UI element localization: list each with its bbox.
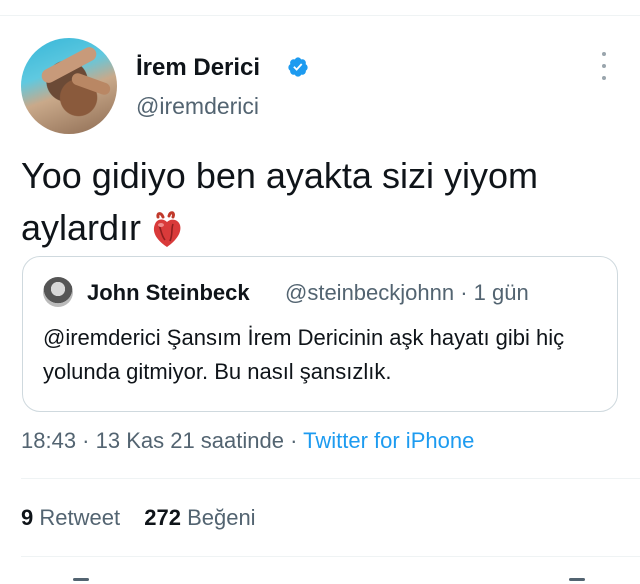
tweet-text: Yoo gidiyo ben ayakta sizi yiyom aylardı… (21, 150, 621, 254)
action-bar (21, 574, 640, 584)
retweets-label: Retweet (39, 505, 121, 530)
stats-bottom-divider (21, 556, 640, 557)
tweet-stats: 9 Retweet 272 Beğeni (21, 503, 274, 533)
anatomical-heart-icon (153, 211, 181, 248)
tweet-source-link[interactable]: Twitter for iPhone (303, 428, 474, 453)
reply-icon[interactable] (73, 578, 89, 581)
tweet-detail-page: İrem Derici @iremderici Yoo gidiyo ben a… (0, 0, 640, 584)
stats-top-divider (21, 478, 640, 479)
likes-label: Beğeni (187, 505, 256, 530)
author-avatar[interactable] (21, 38, 117, 134)
timestamp-text[interactable]: 18:43 · 13 Kas 21 saatinde · (21, 428, 303, 453)
top-divider (0, 15, 640, 16)
likes-count: 272 (144, 505, 181, 530)
retweets-count: 9 (21, 505, 34, 530)
retweets-stat[interactable]: 9 Retweet (21, 505, 120, 530)
verified-badge-icon (288, 57, 308, 77)
likes-stat[interactable]: 272 Beğeni (144, 505, 255, 530)
author-display-name[interactable]: İrem Derici (136, 53, 260, 83)
quoted-tweet[interactable]: John Steinbeck @steinbeckjohnn · 1 gün @… (22, 256, 618, 412)
quoted-tweet-text: @iremderici Şansım İrem Dericinin aşk ha… (43, 325, 565, 384)
tweet-timestamp: 18:43 · 13 Kas 21 saatinde · Twitter for… (21, 426, 474, 456)
quoted-author-meta: @steinbeckjohnn · 1 gün (285, 280, 529, 305)
more-options-icon[interactable] (599, 52, 609, 80)
author-handle[interactable]: @iremderici (136, 91, 259, 121)
quoted-author-name[interactable]: John Steinbeck (87, 279, 250, 307)
quoted-author-avatar[interactable] (43, 277, 73, 307)
tweet-body: Yoo gidiyo ben ayakta sizi yiyom aylardı… (21, 155, 538, 248)
share-icon[interactable] (569, 578, 585, 581)
